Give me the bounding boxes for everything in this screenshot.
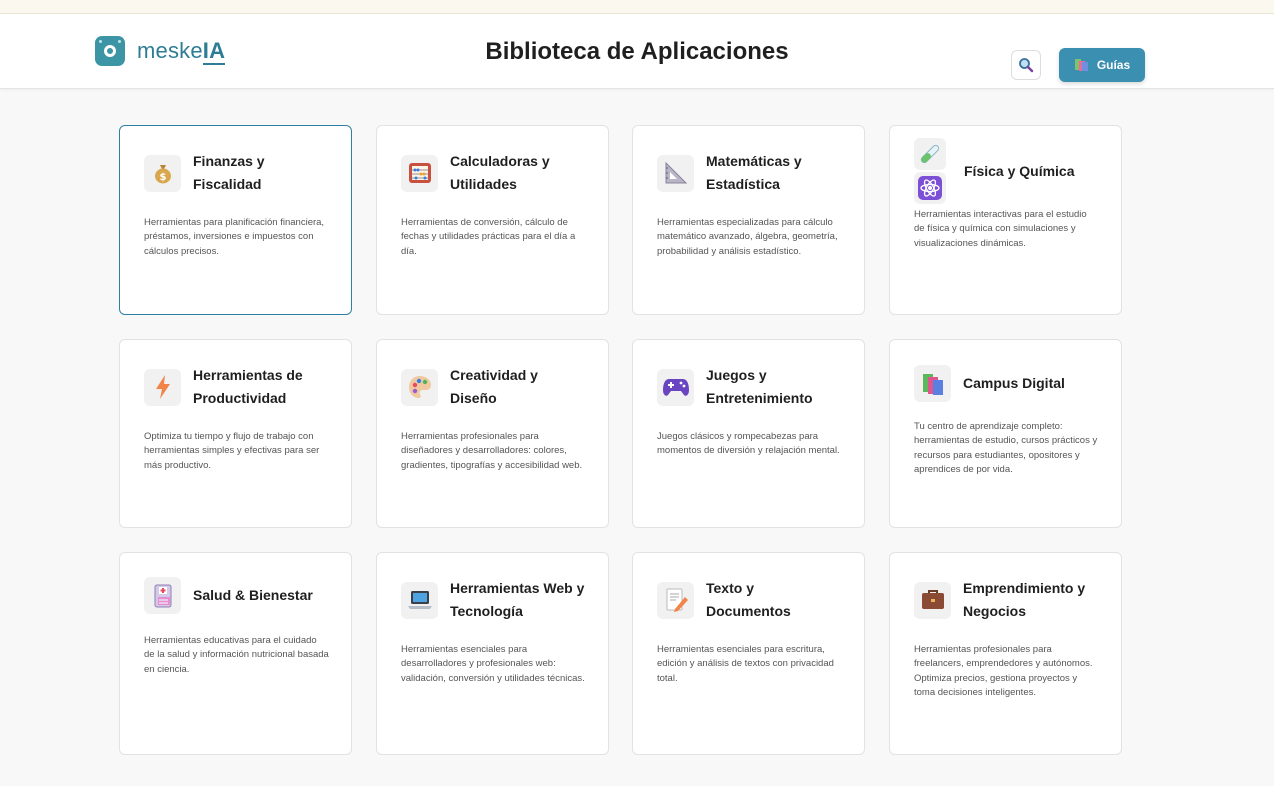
card-title: Campus Digital — [963, 375, 1065, 391]
test-tube-icon — [914, 138, 946, 170]
card-description: Herramientas educativas para el cuidado … — [144, 635, 329, 675]
category-card-matematicas[interactable]: Matemáticas y Estadística Herramientas e… — [632, 125, 865, 315]
category-card-productividad[interactable]: Herramientas de Productividad Optimiza t… — [119, 339, 352, 528]
category-card-fisica-quimica[interactable]: Física y Química Herramientas interactiv… — [889, 125, 1122, 315]
guides-button[interactable]: Guías — [1059, 48, 1145, 82]
card-description: Herramientas de conversión, cálculo de f… — [401, 217, 576, 257]
card-title: Finanzas y Fiscalidad — [193, 153, 265, 192]
card-title: Emprendimiento y Negocios — [963, 580, 1086, 619]
abacus-icon — [401, 154, 438, 192]
category-card-web-tecnologia[interactable]: Herramientas Web y Tecnología Herramient… — [376, 552, 609, 755]
gamepad-icon — [657, 368, 694, 406]
document-pencil-icon — [657, 581, 694, 619]
category-card-finanzas[interactable]: $ Finanzas y Fiscalidad Herramientas par… — [119, 125, 352, 315]
card-description: Herramientas esenciales para desarrollad… — [401, 644, 585, 684]
lightning-icon — [144, 368, 181, 406]
card-title: Creatividad y Diseño — [450, 367, 538, 406]
category-card-texto-documentos[interactable]: Texto y Documentos Herramientas esencial… — [632, 552, 865, 755]
briefcase-icon — [914, 581, 951, 619]
card-description: Herramientas profesionales para diseñado… — [401, 431, 583, 471]
category-card-creatividad[interactable]: Creatividad y Diseño Herramientas profes… — [376, 339, 609, 528]
books-icon — [914, 365, 951, 402]
card-title: Matemáticas y Estadística — [706, 153, 802, 192]
card-description: Herramientas para planificación financie… — [144, 217, 325, 257]
palette-icon — [401, 368, 438, 406]
guides-label: Guías — [1096, 58, 1131, 72]
card-title: Salud & Bienestar — [193, 587, 313, 603]
card-description: Optimiza tu tiempo y flujo de trabajo co… — [144, 431, 320, 471]
app-header: meskeIA Biblioteca de Aplicaciones Guías — [0, 14, 1274, 89]
card-title: Herramientas de Productividad — [193, 367, 303, 406]
medical-card-icon — [144, 577, 181, 614]
laptop-icon — [401, 581, 438, 619]
atom-icon — [914, 172, 946, 204]
card-description: Herramientas esenciales para escritura, … — [657, 644, 834, 684]
search-button[interactable] — [1011, 50, 1041, 80]
card-description: Juegos clásicos y rompecabezas para mome… — [657, 431, 840, 457]
triangle-ruler-icon — [657, 154, 694, 192]
card-description: Herramientas profesionales para freelanc… — [914, 644, 1093, 699]
category-card-juegos[interactable]: Juegos y Entretenimiento Juegos clásicos… — [632, 339, 865, 528]
money-bag-icon: $ — [144, 154, 181, 192]
books-icon — [1074, 59, 1088, 71]
category-card-campus-digital[interactable]: Campus Digital Tu centro de aprendizaje … — [889, 339, 1122, 528]
card-description: Herramientas interactivas para el estudi… — [914, 209, 1087, 249]
card-title: Juegos y Entretenimiento — [706, 367, 813, 406]
category-card-emprendimiento[interactable]: Emprendimiento y Negocios Herramientas p… — [889, 552, 1122, 755]
physics-chemistry-icons — [914, 138, 946, 204]
category-card-calculadoras[interactable]: Calculadoras y Utilidades Herramientas d… — [376, 125, 609, 315]
top-strip — [0, 0, 1274, 14]
card-title: Física y Química — [964, 162, 1075, 179]
card-description: Herramientas especializadas para cálculo… — [657, 217, 838, 257]
card-description: Tu centro de aprendizaje completo: herra… — [914, 421, 1098, 476]
svg-text:$: $ — [159, 172, 166, 183]
card-title: Texto y Documentos — [706, 580, 791, 619]
card-title: Herramientas Web y Tecnología — [450, 580, 585, 619]
card-title: Calculadoras y Utilidades — [450, 153, 550, 192]
category-card-salud[interactable]: Salud & Bienestar Herramientas educativa… — [119, 552, 352, 755]
category-grid: $ Finanzas y Fiscalidad Herramientas par… — [0, 0, 1274, 786]
search-icon — [1019, 58, 1034, 73]
